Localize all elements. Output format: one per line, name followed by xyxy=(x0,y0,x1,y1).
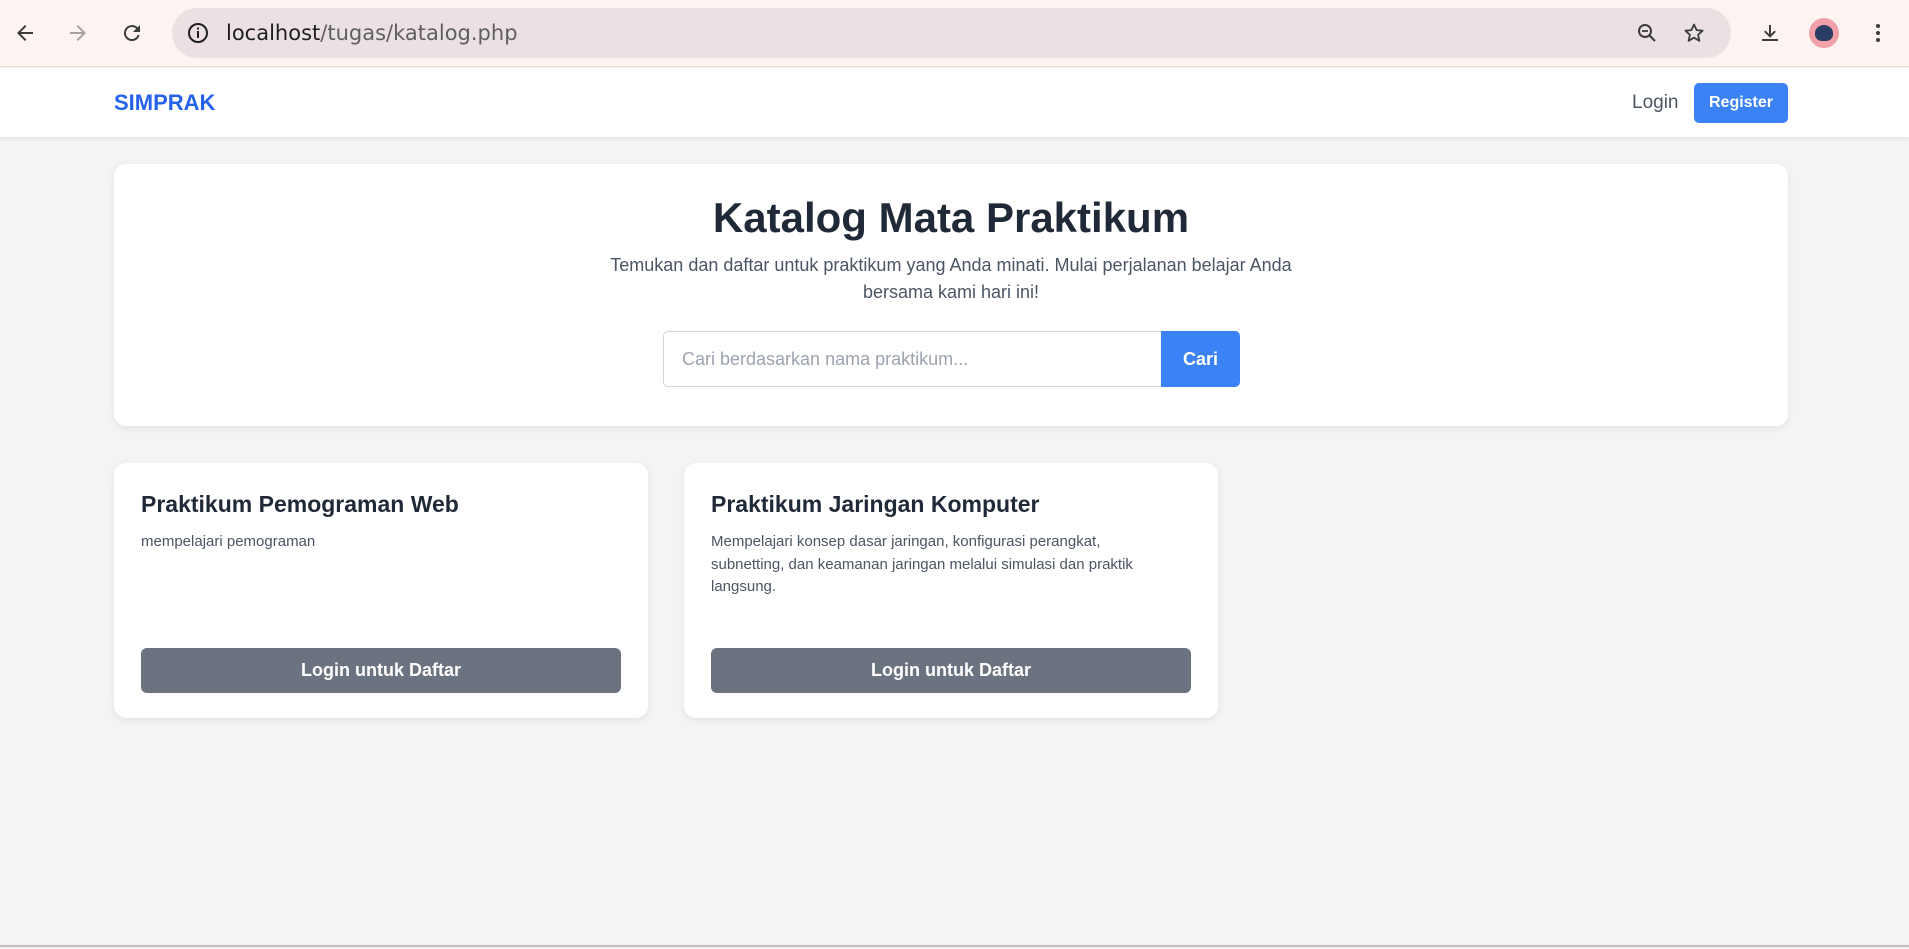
page-subtitle: Temukan dan daftar untuk praktikum yang … xyxy=(610,255,1292,302)
back-button[interactable] xyxy=(10,18,40,48)
star-icon[interactable] xyxy=(1682,21,1706,45)
window-bottom-border xyxy=(0,945,1909,947)
course-card: Praktikum Pemograman Web mempelajari pem… xyxy=(114,463,648,718)
forward-button[interactable] xyxy=(63,18,93,48)
search-input[interactable] xyxy=(663,331,1162,387)
login-link[interactable]: Login xyxy=(1632,68,1679,137)
reload-button[interactable] xyxy=(117,18,147,48)
zoom-icon[interactable] xyxy=(1635,21,1659,45)
back-arrow-icon xyxy=(17,25,33,41)
avatar-image xyxy=(1815,25,1833,41)
site-navbar: SIMPRAK Login Register xyxy=(0,68,1909,137)
brand-logo[interactable]: SIMPRAK xyxy=(114,68,215,137)
browser-menu-button[interactable] xyxy=(1863,18,1893,48)
profile-avatar[interactable] xyxy=(1809,18,1839,48)
download-button[interactable] xyxy=(1755,18,1785,48)
course-card: Praktikum Jaringan Komputer Mempelajari … xyxy=(684,463,1218,718)
login-to-register-button[interactable]: Login untuk Daftar xyxy=(141,648,621,693)
course-description: mempelajari pemograman xyxy=(141,533,316,550)
browser-toolbar: localhost/tugas/katalog.php xyxy=(0,0,1909,67)
course-description: Mempelajari konsep dasar jaringan, konfi… xyxy=(711,533,1133,595)
info-icon[interactable] xyxy=(186,21,210,45)
course-title: Praktikum Jaringan Komputer xyxy=(711,491,1040,517)
url-text[interactable]: localhost/tugas/katalog.php xyxy=(226,8,518,58)
address-bar[interactable]: localhost/tugas/katalog.php xyxy=(172,8,1731,58)
course-title: Praktikum Pemograman Web xyxy=(141,491,459,517)
menu-dots-icon xyxy=(1876,24,1880,42)
page-title: Katalog Mata Praktikum xyxy=(712,194,1190,241)
login-to-register-button[interactable]: Login untuk Daftar xyxy=(711,648,1191,693)
url-path: /tugas/katalog.php xyxy=(320,21,518,45)
search-button[interactable]: Cari xyxy=(1161,331,1240,387)
page-content: SIMPRAK Login Register Katalog Mata Prak… xyxy=(0,68,1909,949)
forward-arrow-icon xyxy=(70,25,86,41)
download-icon xyxy=(1762,25,1778,41)
catalog-header-card: Katalog Mata Praktikum Temukan dan dafta… xyxy=(114,164,1788,426)
reload-icon xyxy=(123,25,140,42)
register-button[interactable]: Register xyxy=(1694,83,1788,123)
url-host: localhost xyxy=(226,21,321,45)
